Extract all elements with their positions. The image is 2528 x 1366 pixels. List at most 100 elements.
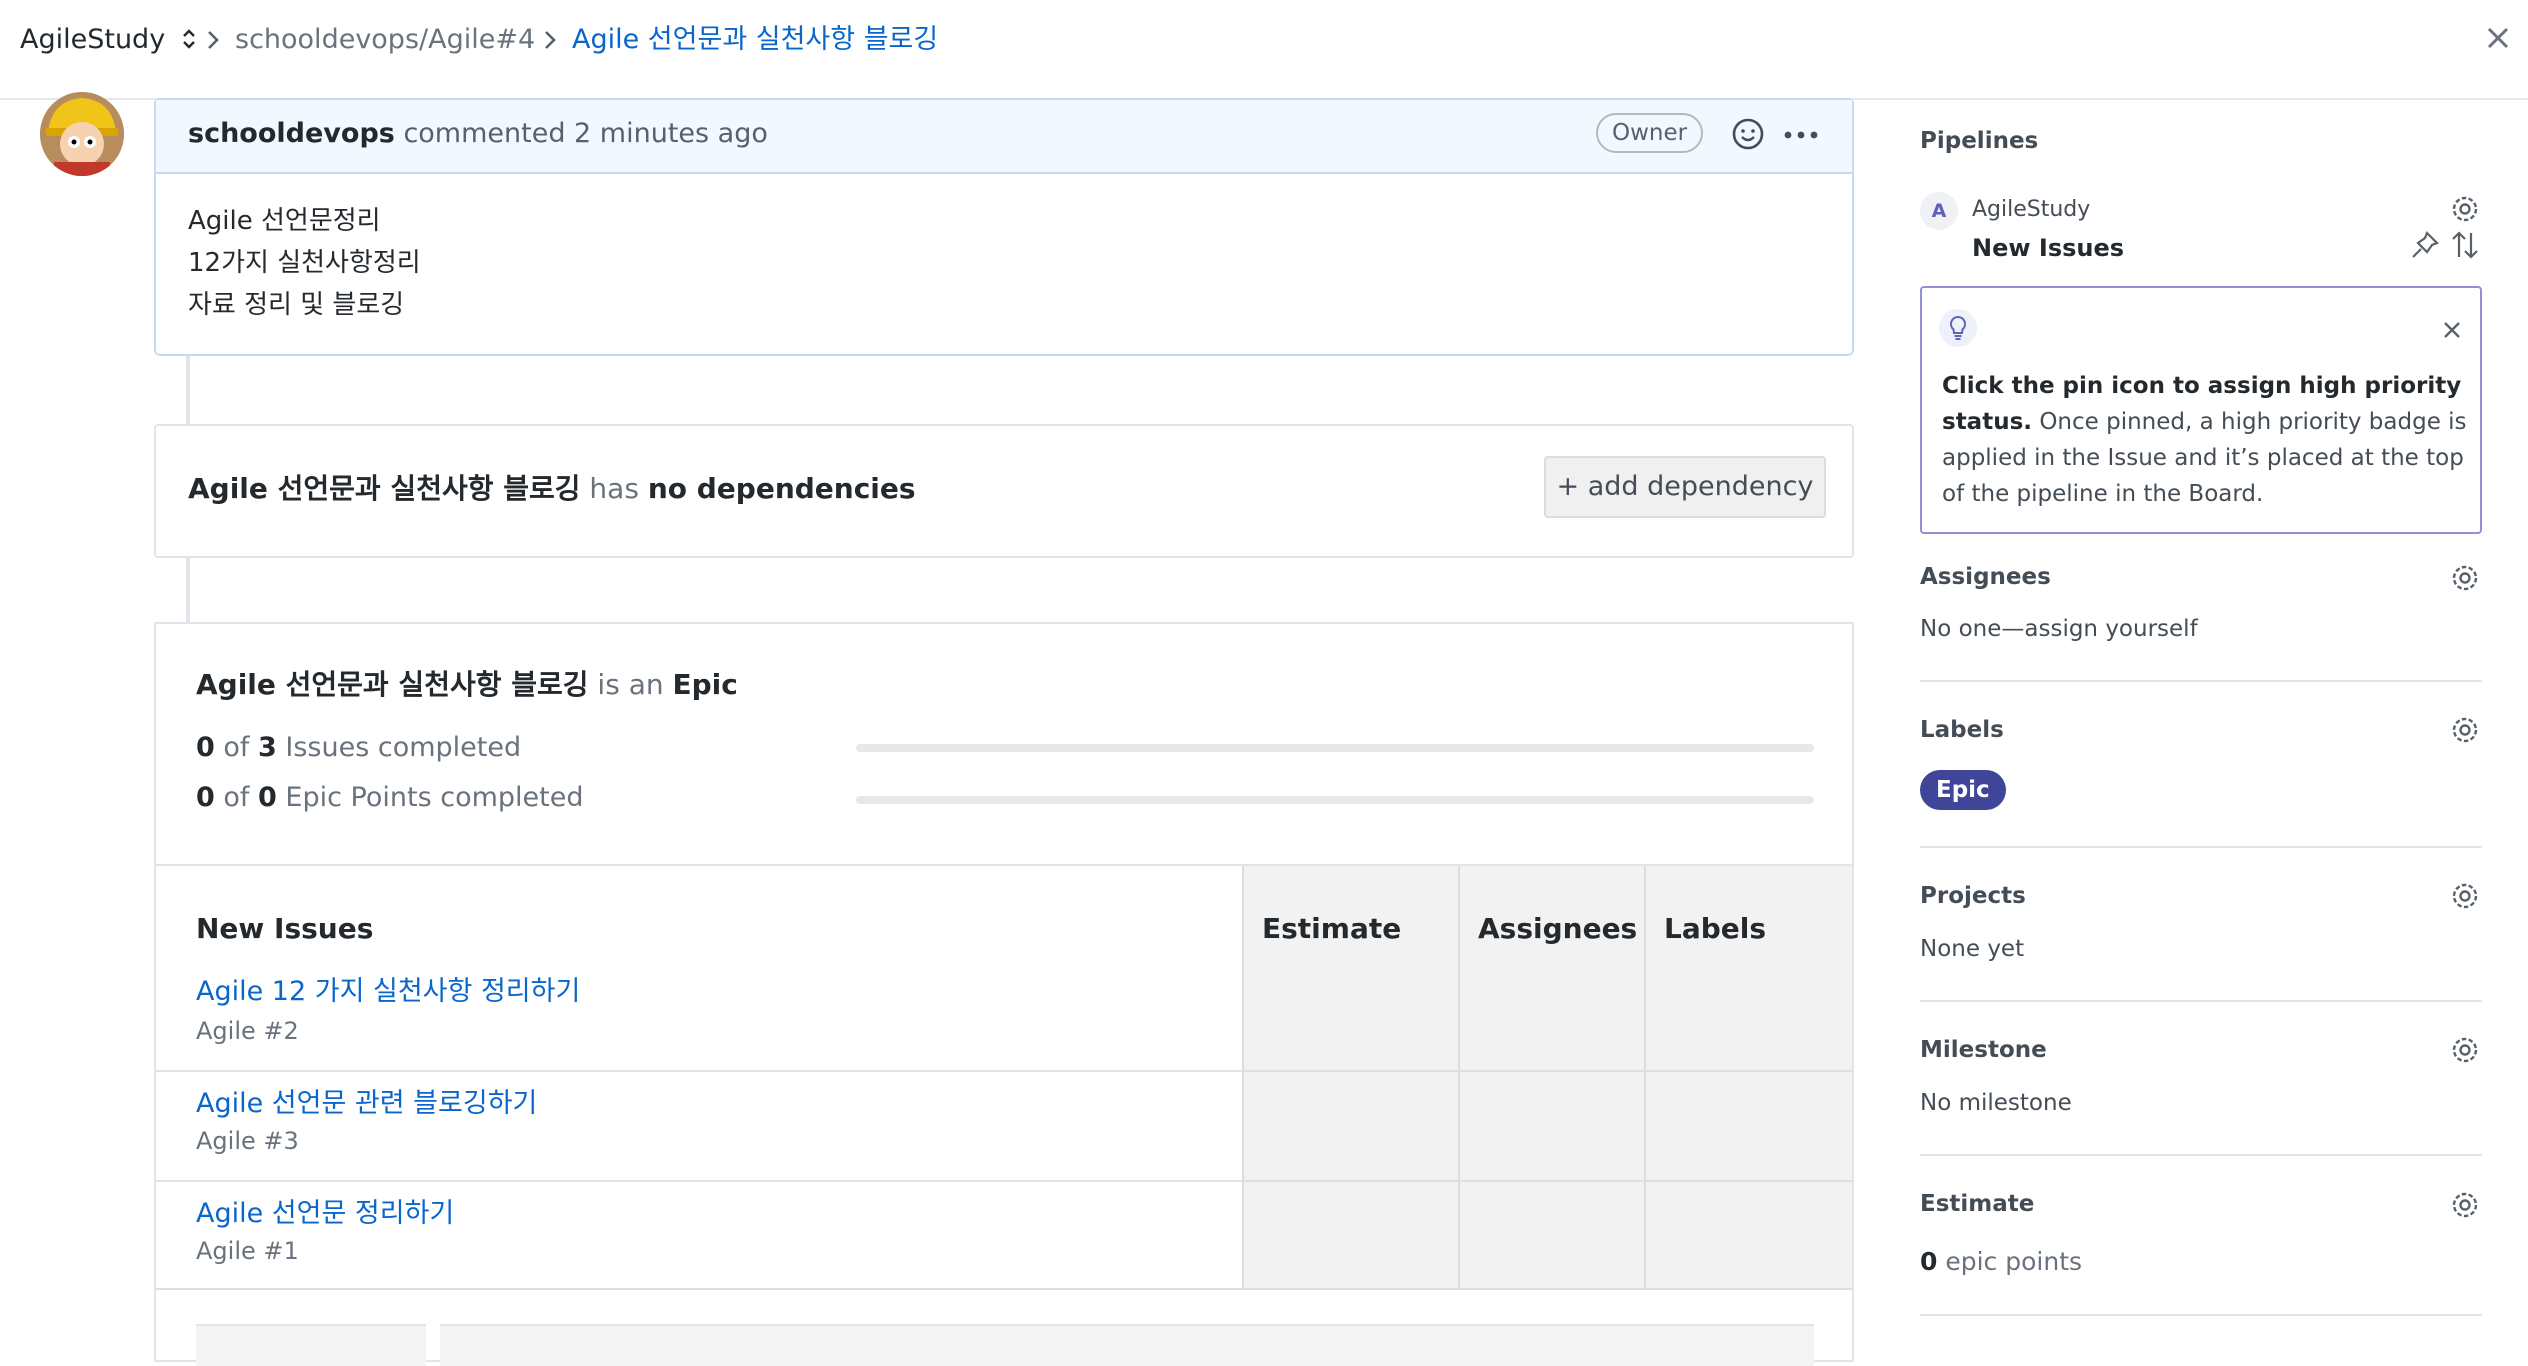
issue-ref: Agile #1: [196, 1237, 299, 1265]
timeline-connector: [186, 356, 190, 424]
points-progress-text: 0 of 0 Epic Points completed: [196, 780, 583, 816]
top-bar: AgileStudy schooldevops/Agile#4 Agile 선언…: [0, 0, 2528, 100]
workspace-avatar: A: [1920, 192, 1958, 230]
gear-icon[interactable]: [2448, 192, 2482, 226]
table-footer-control: [196, 1324, 426, 1366]
estimate-unit: epic points: [1945, 1247, 2083, 1276]
dependencies-summary: Agile 선언문과 실천사항 블로깅 has no dependencies: [188, 470, 916, 508]
pin-tip-text: Click the pin icon to assign high priori…: [1942, 368, 2472, 512]
dependencies-issue: Agile 선언문과 실천사항 블로깅: [188, 472, 581, 505]
issues-of: of: [223, 732, 250, 763]
points-done: 0: [196, 782, 215, 813]
issues-progress-text: 0 of 3 Issues completed: [196, 730, 521, 766]
column-header-estimate: Estimate: [1262, 912, 1402, 945]
owner-badge: Owner: [1596, 113, 1704, 153]
table-footer-divider: [156, 1288, 1852, 1290]
close-icon[interactable]: [2478, 18, 2518, 58]
milestone-value: No milestone: [1920, 1090, 2072, 1116]
column-divider: [1458, 866, 1460, 1290]
sidebar-divider: [1920, 1000, 2482, 1002]
epic-label-badge[interactable]: Epic: [1920, 770, 2006, 810]
more-icon[interactable]: [1782, 120, 1822, 150]
epic-kind: Epic: [672, 668, 738, 701]
estimate-heading: Estimate: [1920, 1191, 2035, 1217]
comment-header: schooldevops commented 2 minutes ago Own…: [156, 100, 1852, 174]
epic-connector: is an: [597, 668, 664, 701]
epic-summary: Agile 선언문과 실천사항 블로깅 is an Epic: [196, 666, 738, 704]
issue-link[interactable]: Agile 선언문 관련 블로깅하기: [196, 1086, 537, 1122]
gear-icon[interactable]: [2448, 713, 2482, 747]
issues-total: 3: [258, 732, 277, 763]
issues-label: Issues completed: [285, 732, 522, 763]
sidebar-divider: [1920, 846, 2482, 848]
estimate-number: 0: [1920, 1247, 1938, 1276]
sidebar-divider: [1920, 1314, 2482, 1316]
issues-progress-bar: [856, 744, 1814, 752]
issue-link[interactable]: Agile 12 가지 실천사항 정리하기: [196, 974, 580, 1010]
epic-issue: Agile 선언문과 실천사항 블로깅: [196, 668, 589, 701]
comment-time: commented 2 minutes ago: [403, 118, 768, 149]
estimate-value: 0 epic points: [1920, 1246, 2082, 1278]
workspace-name: AgileStudy: [20, 24, 166, 55]
issue-ref: Agile #2: [196, 1017, 299, 1045]
dependencies-status: no dependencies: [647, 472, 916, 505]
comment-line: Agile 선언문정리: [188, 206, 381, 236]
points-of: of: [223, 782, 250, 813]
repo-breadcrumb[interactable]: schooldevops/Agile#4: [235, 22, 535, 58]
issues-done: 0: [196, 732, 215, 763]
pipeline-name[interactable]: New Issues: [1972, 232, 2124, 264]
chevron-updown-icon: [182, 29, 195, 49]
column-header-assignees: Assignees: [1478, 912, 1638, 945]
sort-icon[interactable]: [2448, 228, 2482, 262]
column-header-issues: New Issues: [196, 912, 374, 945]
points-progress-bar: [856, 796, 1814, 804]
pipeline-workspace: AgileStudy: [1972, 197, 2091, 222]
assignees-heading: Assignees: [1920, 564, 2051, 590]
projects-value: None yet: [1920, 936, 2025, 962]
assignees-value[interactable]: No one—assign yourself: [1920, 613, 2198, 645]
comment-author[interactable]: schooldevops: [188, 118, 395, 149]
dependencies-panel: Agile 선언문과 실천사항 블로깅 has no dependencies …: [154, 424, 1854, 558]
add-dependency-button[interactable]: + add dependency: [1544, 456, 1826, 518]
comment-line: 자료 정리 및 블로깅: [188, 290, 405, 320]
column-header-labels: Labels: [1664, 912, 1767, 945]
pin-icon[interactable]: [2408, 228, 2442, 262]
row-divider: [156, 1070, 1242, 1072]
comment-card: schooldevops commented 2 minutes ago Own…: [154, 98, 1854, 356]
sidebar-divider: [1920, 1154, 2482, 1156]
comment-body: Agile 선언문정리 12가지 실천사항정리 자료 정리 및 블로깅: [188, 200, 421, 326]
issue-title-breadcrumb[interactable]: Agile 선언문과 실천사항 블로깅: [572, 22, 938, 58]
gear-icon[interactable]: [2448, 561, 2482, 595]
row-divider: [1244, 1070, 1852, 1072]
comment-line: 12가지 실천사항정리: [188, 248, 421, 278]
labels-heading: Labels: [1920, 717, 2004, 743]
issue-ref: Agile #3: [196, 1127, 299, 1155]
sidebar-divider: [1920, 680, 2482, 682]
dependencies-connector: has: [589, 472, 639, 505]
points-label: Epic Points completed: [285, 782, 584, 813]
workspace-switcher[interactable]: AgileStudy: [20, 22, 198, 58]
epic-panel: Agile 선언문과 실천사항 블로깅 is an Epic 0 of 3 Is…: [154, 622, 1854, 1366]
timeline-connector: [186, 558, 190, 622]
table-footer-control: [440, 1324, 1814, 1366]
gear-icon[interactable]: [2448, 1188, 2482, 1222]
projects-heading: Projects: [1920, 883, 2026, 909]
gear-icon[interactable]: [2448, 1033, 2482, 1067]
emoji-icon[interactable]: [1730, 116, 1766, 152]
issue-link[interactable]: Agile 선언문 정리하기: [196, 1196, 454, 1232]
close-icon[interactable]: [2440, 318, 2464, 342]
chevron-right-icon: [545, 31, 556, 49]
pipelines-heading: Pipelines: [1920, 128, 2039, 154]
row-divider: [156, 1180, 1242, 1182]
milestone-heading: Milestone: [1920, 1037, 2047, 1063]
lightbulb-icon: [1939, 309, 1977, 347]
pin-tip-callout: Click the pin icon to assign high priori…: [1920, 286, 2482, 534]
chevron-right-icon: [208, 31, 219, 49]
points-total: 0: [258, 782, 277, 813]
column-divider: [1644, 866, 1646, 1290]
avatar[interactable]: [40, 92, 124, 176]
column-divider: [1242, 866, 1244, 1290]
gear-icon[interactable]: [2448, 879, 2482, 913]
comment-meta: schooldevops commented 2 minutes ago: [188, 116, 768, 152]
row-divider: [1244, 1180, 1852, 1182]
